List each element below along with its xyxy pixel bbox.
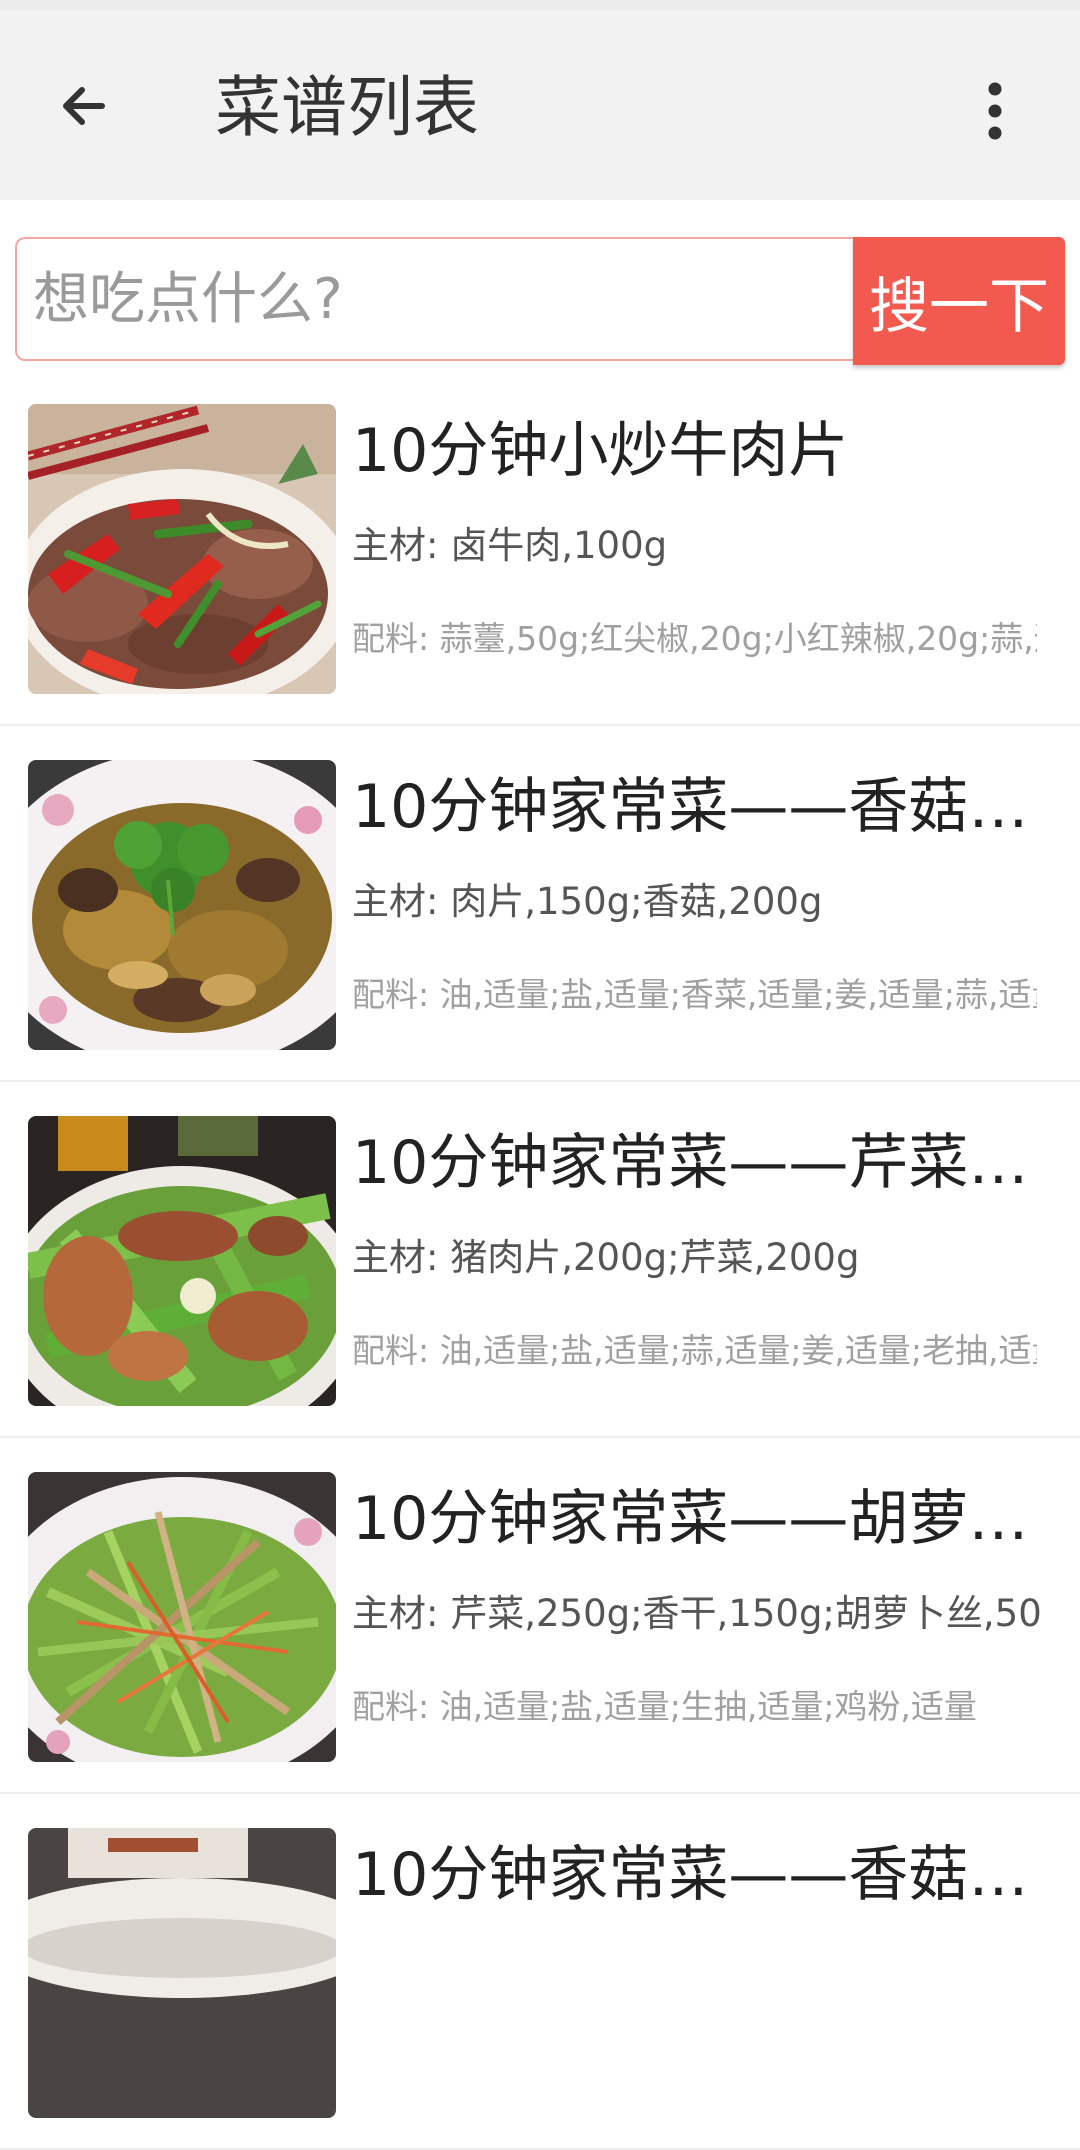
- recipe-main-ingredients: 主材: 芹菜,250g;香干,150g;胡萝卜丝,50g: [352, 1592, 1042, 1635]
- search-input[interactable]: [15, 237, 853, 361]
- recipe-sub-ingredients: 配料: 油,适量;盐,适量;香菜,适量;姜,适量;蒜,适量: [352, 975, 1037, 1014]
- recipe-thumbnail: [28, 404, 336, 694]
- more-vertical-icon: [988, 82, 1002, 140]
- more-options-button[interactable]: [965, 70, 1025, 152]
- recipe-title: 10分钟小炒牛肉片: [352, 416, 849, 486]
- status-bar: [0, 0, 1080, 10]
- back-button[interactable]: [48, 70, 120, 142]
- recipe-thumbnail: [28, 1116, 336, 1406]
- recipe-main-ingredients: 主材: 卤牛肉,100g: [352, 524, 668, 567]
- recipe-list: 10分钟小炒牛肉片 主材: 卤牛肉,100g 配料: 蒜薹,50g;红尖椒,20…: [0, 370, 1080, 2150]
- recipe-item[interactable]: 10分钟家常菜——胡萝卜... 主材: 芹菜,250g;香干,150g;胡萝卜丝…: [0, 1438, 1080, 1794]
- recipe-item[interactable]: 10分钟家常菜——香菇肉片 主材: 肉片,150g;香菇,200g 配料: 油,…: [0, 726, 1080, 1082]
- recipe-main-ingredients: 主材: 猪肉片,200g;芹菜,200g: [352, 1236, 860, 1279]
- search-bar: 搜一下: [15, 237, 1065, 365]
- recipe-title: 10分钟家常菜——香菇肉片: [352, 772, 1042, 842]
- recipe-title: 10分钟家常菜——胡萝卜...: [352, 1484, 1042, 1554]
- recipe-thumbnail: [28, 1472, 336, 1762]
- recipe-item[interactable]: 10分钟家常菜——芹菜熘... 主材: 猪肉片,200g;芹菜,200g 配料:…: [0, 1082, 1080, 1438]
- recipe-sub-ingredients: 配料: 油,适量;盐,适量;生抽,适量;鸡粉,适量: [352, 1687, 977, 1726]
- recipe-item[interactable]: 10分钟小炒牛肉片 主材: 卤牛肉,100g 配料: 蒜薹,50g;红尖椒,20…: [0, 370, 1080, 726]
- recipe-thumbnail: [28, 760, 336, 1050]
- recipe-title: 10分钟家常菜——香菇火...: [352, 1840, 1042, 1910]
- recipe-title: 10分钟家常菜——芹菜熘...: [352, 1128, 1042, 1198]
- recipe-sub-ingredients: 配料: 油,适量;盐,适量;蒜,适量;姜,适量;老抽,适量: [352, 1331, 1037, 1370]
- recipe-item[interactable]: 10分钟家常菜——香菇火...: [0, 1794, 1080, 2150]
- arrow-left-icon: [63, 87, 105, 125]
- page-title: 菜谱列表: [215, 69, 479, 146]
- search-button[interactable]: 搜一下: [853, 237, 1065, 365]
- app-bar: 菜谱列表: [0, 10, 1080, 200]
- recipe-thumbnail: [28, 1828, 336, 2118]
- recipe-main-ingredients: 主材: 肉片,150g;香菇,200g: [352, 880, 823, 923]
- recipe-sub-ingredients: 配料: 蒜薹,50g;红尖椒,20g;小红辣椒,20g;蒜,适: [352, 619, 1037, 658]
